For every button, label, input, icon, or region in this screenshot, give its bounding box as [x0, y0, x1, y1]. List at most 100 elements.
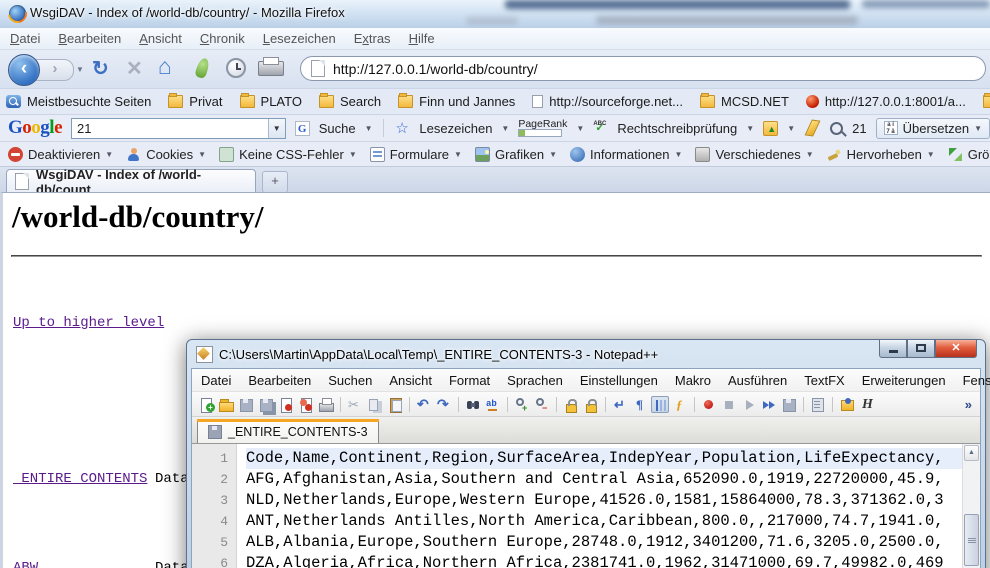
- toolbar-icon[interactable]: [406, 396, 413, 413]
- menu-item[interactable]: Makro: [675, 373, 711, 388]
- webdev-item-label[interactable]: Formulare: [390, 147, 449, 162]
- webdev-item-label[interactable]: Keine CSS-Fehler: [239, 147, 344, 162]
- scrollbar-thumb[interactable]: [964, 514, 979, 566]
- toolbar-icon[interactable]: [346, 396, 364, 413]
- toolbar-icon[interactable]: [366, 396, 384, 413]
- toolbar-icon[interactable]: [651, 396, 669, 413]
- bookmark-label[interactable]: Finn und Jannes: [419, 94, 515, 109]
- webdev-item-label[interactable]: Deaktivieren: [28, 147, 100, 162]
- bookmark-label[interactable]: Search: [340, 94, 381, 109]
- toolbar-icon[interactable]: [337, 396, 344, 413]
- toolbar-icon[interactable]: [455, 396, 462, 413]
- bookmark-item[interactable]: Meistbesuchte Seiten: [6, 94, 151, 109]
- autofill-dropdown-icon[interactable]: ▼: [787, 124, 795, 133]
- toolbar-icon[interactable]: [800, 396, 807, 413]
- webdev-dropdown-icon[interactable]: ▼: [454, 150, 462, 159]
- toolbar-icon[interactable]: [553, 396, 560, 413]
- toolbar-icon[interactable]: [760, 396, 778, 413]
- toolbar-icon[interactable]: [829, 396, 836, 413]
- line-text[interactable]: NLD,Netherlands,Europe,Western Europe,41…: [246, 490, 963, 511]
- forward-dropdown-icon[interactable]: ▼: [76, 65, 84, 74]
- toolbar-icon[interactable]: [435, 396, 453, 413]
- menu-item[interactable]: Ansicht: [139, 31, 182, 46]
- spellcheck-button[interactable]: Rechtschreibprüfung: [617, 121, 737, 136]
- clock-extension-icon[interactable]: [226, 58, 246, 78]
- toolbar-icon[interactable]: [484, 396, 502, 413]
- bookmark-item[interactable]: PLATO: [240, 94, 302, 109]
- toolbar-icon[interactable]: [415, 396, 433, 413]
- toolbar-icon[interactable]: [317, 396, 335, 413]
- entry-link[interactable]: ENTIRE CONTENTS: [13, 468, 155, 490]
- bookmark-item[interactable]: MCSD.NET: [700, 94, 789, 109]
- stop-icon[interactable]: ✕: [126, 57, 143, 81]
- menu-item[interactable]: Chronik: [200, 31, 245, 46]
- toolbar-icon[interactable]: [611, 396, 629, 413]
- toolbar-icon[interactable]: [386, 396, 404, 413]
- menu-item[interactable]: Format: [449, 373, 490, 388]
- menu-item[interactable]: Datei: [201, 373, 231, 388]
- zoom-magnifier-icon[interactable]: [830, 122, 843, 135]
- menu-item[interactable]: Ausführen: [728, 373, 787, 388]
- menu-item[interactable]: TextFX: [804, 373, 844, 388]
- webdev-menu-item[interactable]: Keine CSS-Fehler ▼: [219, 147, 357, 162]
- toolbar-icon[interactable]: [513, 396, 531, 413]
- menu-item[interactable]: Erweiterungen: [862, 373, 946, 388]
- home-icon[interactable]: ⌂: [158, 54, 172, 78]
- toolbar-icon[interactable]: [838, 396, 856, 413]
- toolbar-icon[interactable]: [809, 396, 827, 413]
- toolbar-icon[interactable]: [197, 396, 215, 413]
- translate-label[interactable]: Übersetzen: [903, 121, 969, 136]
- toolbar-icon[interactable]: [631, 396, 649, 413]
- menu-item[interactable]: Bearbeiten: [248, 373, 311, 388]
- toolbar-icon[interactable]: [277, 396, 295, 413]
- print-icon[interactable]: [258, 61, 284, 76]
- webdev-dropdown-icon[interactable]: ▼: [806, 150, 814, 159]
- back-button[interactable]: ‹: [8, 54, 40, 86]
- webdev-dropdown-icon[interactable]: ▼: [549, 150, 557, 159]
- toolbar-icon[interactable]: [257, 396, 275, 413]
- webdev-menu-item[interactable]: Formulare ▼: [370, 147, 462, 162]
- bookmarks-dropdown-icon[interactable]: ▼: [501, 124, 509, 133]
- reload-icon[interactable]: ↻: [92, 57, 109, 81]
- entry-link[interactable]: ABW: [13, 557, 155, 568]
- document-tab-title[interactable]: _ENTIRE_CONTENTS-3: [228, 425, 368, 439]
- close-button[interactable]: ✕: [935, 340, 977, 358]
- menu-item[interactable]: Einstellungen: [580, 373, 658, 388]
- webdev-menu-item[interactable]: Grafiken ▼: [475, 147, 557, 162]
- line-text[interactable]: AFG,Afghanistan,Asia,Southern and Centra…: [246, 469, 963, 490]
- webdev-dropdown-icon[interactable]: ▼: [198, 150, 206, 159]
- bookmark-item[interactable]: Search: [319, 94, 381, 109]
- webdev-item-label[interactable]: Cookies: [146, 147, 193, 162]
- toolbar-icon[interactable]: [602, 396, 609, 413]
- toolbar-icon[interactable]: [780, 396, 798, 413]
- spellcheck-dropdown-icon[interactable]: ▼: [746, 124, 754, 133]
- google-search-button[interactable]: Suche: [319, 121, 356, 136]
- webdev-menu-item[interactable]: Größe ▼: [948, 147, 990, 162]
- bookmark-label[interactable]: http://sourceforge.net...: [549, 94, 683, 109]
- scroll-up-arrow[interactable]: ▲: [964, 445, 979, 461]
- webdev-item-label[interactable]: Verschiedenes: [715, 147, 800, 162]
- url-bar[interactable]: http://127.0.0.1/world-db/country/: [300, 56, 986, 81]
- bookmarks-star-icon[interactable]: ☆: [395, 121, 410, 136]
- menu-item[interactable]: Sprachen: [507, 373, 563, 388]
- pagerank-widget[interactable]: PageRank: [518, 119, 567, 137]
- menu-item[interactable]: Hilfe: [409, 31, 435, 46]
- bookmark-item[interactable]: http://127.0.0.1:8001/a...: [806, 94, 966, 109]
- bookmark-item[interactable]: http://sourceforge.net...: [532, 94, 683, 109]
- bookmark-item[interactable]: Tree Samples: [983, 94, 990, 109]
- bookmark-label[interactable]: MCSD.NET: [721, 94, 789, 109]
- google-search-icon[interactable]: G: [295, 121, 310, 136]
- editor-line[interactable]: 1Code,Name,Continent,Region,SurfaceArea,…: [192, 448, 963, 469]
- webdev-menu-item[interactable]: Informationen ▼: [570, 147, 682, 162]
- google-search-value[interactable]: 21: [72, 121, 268, 136]
- menu-item[interactable]: Lesezeichen: [263, 31, 336, 46]
- toolbar-icon[interactable]: [858, 396, 876, 413]
- toolbar-icon[interactable]: [582, 396, 600, 413]
- webdev-item-label[interactable]: Hervorheben: [847, 147, 922, 162]
- bookmark-label[interactable]: Meistbesuchte Seiten: [27, 94, 151, 109]
- toolbar-icon[interactable]: [562, 396, 580, 413]
- pagerank-dropdown-icon[interactable]: ▼: [576, 124, 584, 133]
- webdev-menu-item[interactable]: Deaktivieren ▼: [8, 147, 113, 162]
- webdev-menu-item[interactable]: Cookies ▼: [126, 147, 206, 162]
- toolbar-icon[interactable]: [217, 396, 235, 413]
